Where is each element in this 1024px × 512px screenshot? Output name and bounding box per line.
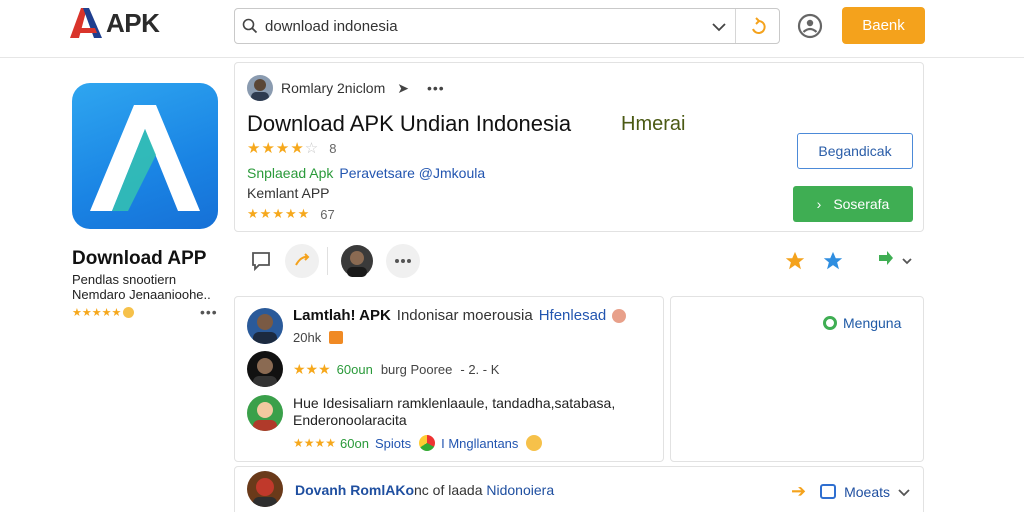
app-logo-icon bbox=[90, 105, 200, 211]
install-options-icon[interactable] bbox=[870, 244, 916, 278]
favorite-star-icon[interactable] bbox=[816, 244, 850, 278]
left-app-subtitle-2: Nemdaro Jenaanioohe.. bbox=[72, 287, 211, 302]
author-row[interactable]: Romlary 2niclom ➤ ••• bbox=[247, 75, 445, 101]
review-item[interactable]: ★★★ 60oun burg Pooree - 2. - K bbox=[247, 351, 499, 387]
emoji-icon bbox=[612, 308, 627, 323]
rating-row-2: ★★★★★ 67 bbox=[247, 206, 335, 222]
gear-icon bbox=[823, 316, 837, 330]
avatar bbox=[247, 308, 283, 344]
review-item[interactable]: Lamtlah! APK Indonisar moerousia Hfenles… bbox=[247, 307, 627, 345]
category-label: Kemlant APP bbox=[247, 185, 330, 201]
star-rating: ★★★★☆ bbox=[247, 140, 320, 157]
app-detail-card: Romlary 2niclom ➤ ••• Download APK Undia… bbox=[234, 62, 924, 232]
next-app-title: Dovanh RomlAKonc of laada Nidonoiera bbox=[295, 482, 554, 498]
coin-icon bbox=[123, 307, 135, 318]
top-bar: APK Baenk bbox=[0, 0, 1024, 58]
search-bar[interactable] bbox=[234, 8, 780, 44]
rating-count: 8 bbox=[329, 140, 337, 156]
account-icon[interactable] bbox=[796, 12, 824, 40]
avatar bbox=[247, 75, 273, 101]
next-app-card[interactable]: Dovanh RomlAKonc of laada Nidonoiera ➔ M… bbox=[234, 466, 924, 512]
header-action-button[interactable]: Baenk bbox=[842, 7, 925, 44]
more-options-icon[interactable] bbox=[386, 244, 420, 278]
next-app-desc: nc of laada bbox=[414, 482, 483, 498]
side-link[interactable]: Menguna bbox=[823, 315, 901, 331]
review-score: 60on bbox=[340, 435, 369, 451]
review-title-link[interactable]: Hfenlesad bbox=[539, 307, 607, 324]
side-link-label: Menguna bbox=[843, 315, 902, 331]
primary-button[interactable]: › Soserafa bbox=[793, 186, 913, 222]
review-tag[interactable]: Spiots bbox=[375, 436, 411, 451]
avatar bbox=[247, 351, 283, 387]
primary-button-label: Soserafa bbox=[833, 196, 890, 212]
avatar bbox=[247, 395, 283, 431]
reviews-card: Lamtlah! APK Indonisar moerousia Hfenles… bbox=[234, 296, 664, 462]
developer-name[interactable]: Snplaead Apk bbox=[247, 165, 333, 181]
review-body: Hue Idesisaliarn ramklenlaaule, tandadha… bbox=[293, 395, 615, 451]
next-app-action-label[interactable]: Moeats bbox=[844, 484, 890, 500]
left-app-subtitle: Pendlas snootiern bbox=[72, 272, 177, 287]
author-name: Romlary 2niclom bbox=[281, 80, 386, 96]
star-rating: ★★★ bbox=[293, 360, 331, 377]
gift-icon bbox=[329, 331, 344, 344]
chevron-down-icon[interactable] bbox=[709, 17, 729, 37]
message-icon[interactable] bbox=[820, 484, 837, 499]
left-rating-stars: ★★★★★ bbox=[72, 306, 135, 319]
secondary-button[interactable]: Begandicak bbox=[797, 133, 913, 169]
more-options-icon[interactable]: ••• bbox=[200, 304, 218, 320]
developer-row[interactable]: Snplaead Apk Peravetsare @Jmkoula bbox=[247, 165, 485, 181]
side-panel: Menguna bbox=[670, 296, 924, 462]
review-date: 20hk bbox=[293, 330, 322, 345]
chevron-down-icon[interactable] bbox=[898, 484, 910, 500]
review-text: Hue Idesisaliarn ramklenlaaule, tandadha… bbox=[293, 395, 616, 411]
search-input[interactable] bbox=[265, 11, 705, 41]
app-tag: Hmerai bbox=[621, 113, 686, 135]
browser-icon bbox=[419, 435, 436, 451]
review-title: Lamtlah! APK Indonisar moerousia Hfenles… bbox=[293, 307, 627, 324]
next-app-actions: ➔ Moeats bbox=[791, 481, 910, 502]
app-title: Download APK Undian Indonesia bbox=[247, 111, 572, 136]
share-icon[interactable] bbox=[285, 244, 319, 278]
star-icon[interactable] bbox=[778, 244, 812, 278]
rating-row: ★★★★☆ 8 bbox=[247, 139, 336, 157]
app-icon[interactable] bbox=[72, 83, 218, 229]
star-rating-2: ★★★★★ bbox=[247, 206, 311, 221]
search-icon bbox=[235, 18, 265, 34]
next-app-tag: Nidonoiera bbox=[486, 482, 555, 498]
avatar[interactable] bbox=[340, 244, 374, 278]
edit-icon[interactable] bbox=[526, 435, 543, 451]
logo-text: APK bbox=[106, 7, 160, 38]
developer-handle[interactable]: Peravetsare @Jmkoula bbox=[339, 165, 485, 181]
review-meta-tail: - 2. - K bbox=[460, 361, 500, 377]
arrow-right-icon[interactable]: ➔ bbox=[791, 481, 806, 502]
review-title-plain: Indonisar moerousia bbox=[396, 307, 533, 324]
search-divider bbox=[735, 9, 736, 43]
review-text-2: Enderonoolaracita bbox=[293, 412, 407, 428]
logo-mark-icon bbox=[70, 8, 102, 38]
review-sub: 20hk bbox=[293, 330, 626, 345]
comment-icon[interactable] bbox=[244, 244, 278, 278]
action-divider bbox=[327, 247, 328, 275]
next-app-name: Dovanh RomlAKo bbox=[295, 482, 414, 498]
logo[interactable]: APK bbox=[70, 6, 160, 40]
avatar bbox=[247, 471, 283, 507]
chevron-right-icon: › bbox=[816, 196, 822, 212]
review-item[interactable]: Hue Idesisaliarn ramklenlaaule, tandadha… bbox=[247, 395, 615, 451]
review-score: 60oun bbox=[336, 361, 373, 377]
star-rating: ★★★★ bbox=[293, 436, 337, 450]
refresh-icon[interactable] bbox=[747, 15, 771, 39]
more-options-icon[interactable]: ••• bbox=[427, 80, 445, 96]
review-tag-2[interactable]: I Mngllantans bbox=[441, 436, 518, 451]
review-author: burg Pooree bbox=[380, 361, 453, 377]
review-meta: ★★★★ 60on Spiots I Mngllantans bbox=[293, 435, 615, 451]
review-app-name: Lamtlah! APK bbox=[293, 307, 391, 324]
left-app-title: Download APP bbox=[72, 248, 207, 269]
star-icon: ★★★★★ bbox=[72, 307, 122, 319]
review-meta: ★★★ 60oun burg Pooree - 2. - K bbox=[293, 361, 499, 378]
rating-count-2: 67 bbox=[320, 206, 335, 222]
category-row: Kemlant APP bbox=[247, 185, 330, 201]
arrow-right-icon[interactable]: ➤ bbox=[397, 80, 409, 97]
